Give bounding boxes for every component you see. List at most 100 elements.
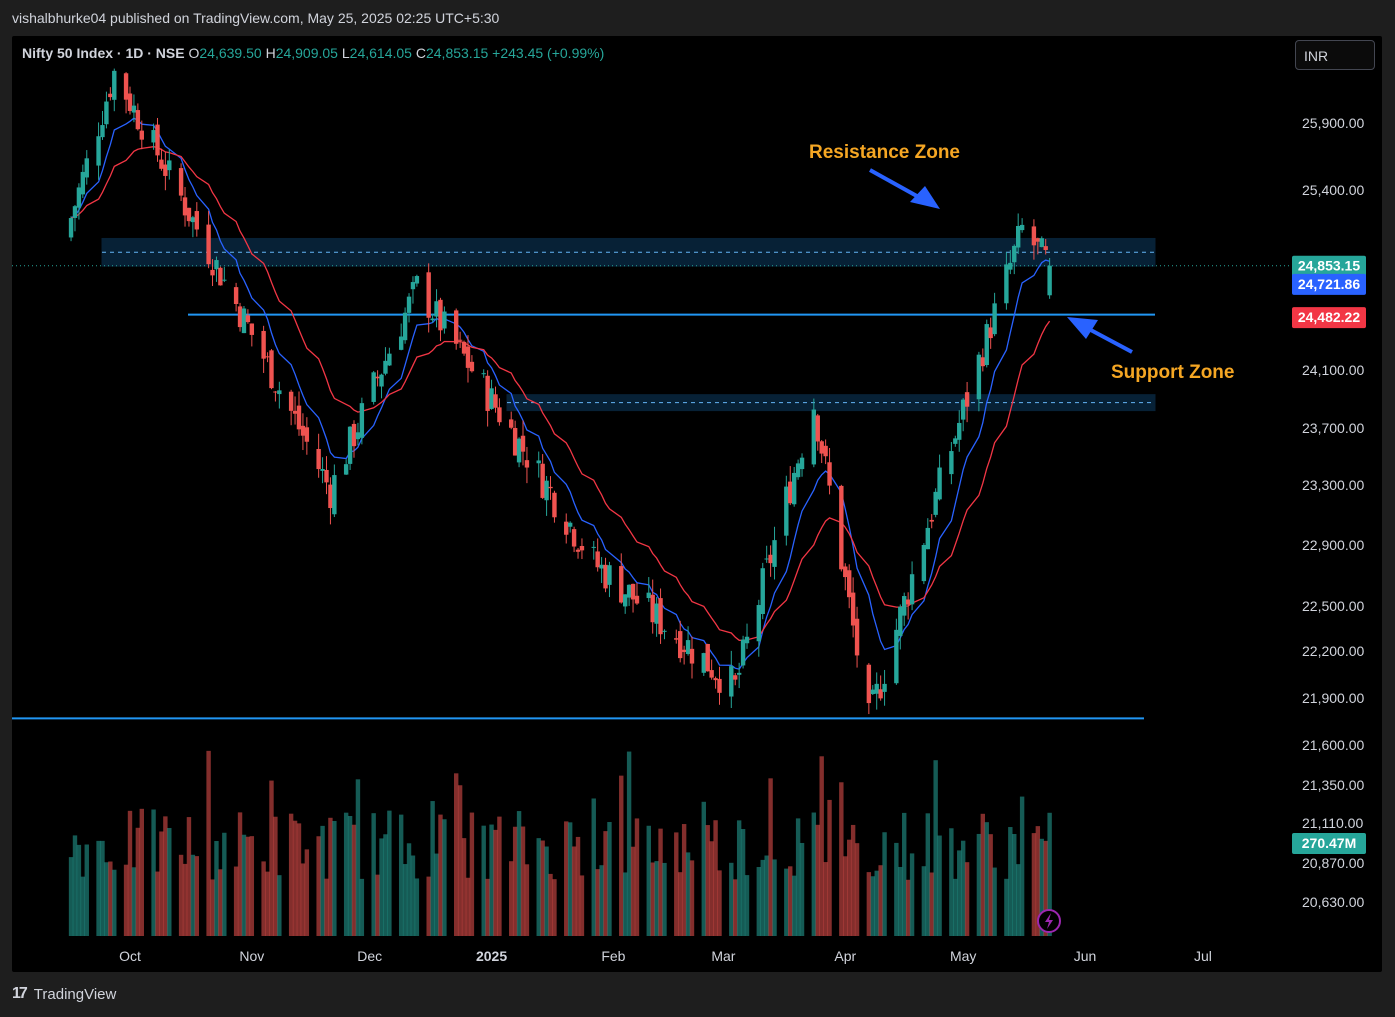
volume-bar (898, 866, 903, 936)
x-tick-label: Feb (601, 948, 625, 964)
candle-body (988, 327, 993, 339)
volume-bar (241, 834, 247, 936)
x-tick-label: Dec (357, 948, 382, 964)
change-value: +243.45 (+0.99%) (492, 45, 605, 61)
candle-body (1019, 224, 1025, 231)
candle-body (84, 158, 89, 178)
candle-body (1008, 262, 1013, 270)
volume-bar (544, 846, 549, 936)
volume-bar (921, 866, 927, 936)
candle-body (799, 457, 805, 470)
volume-bar (265, 871, 270, 936)
candle-body (233, 287, 239, 305)
candle-body (772, 540, 777, 567)
candle-body (155, 124, 160, 156)
volume-bar (658, 828, 663, 936)
volume-bar (1019, 796, 1025, 936)
volume-bar (442, 819, 447, 936)
volume-bar (387, 810, 392, 936)
alert-icon[interactable] (1037, 909, 1061, 933)
candle-body (273, 391, 278, 393)
y-tick-label: 21,900.00 (1302, 690, 1364, 706)
candle-body (178, 168, 184, 196)
volume-bar (155, 871, 160, 936)
ohlc-legend: Nifty 50 Index · 1D · NSE O24,639.50 H24… (22, 45, 604, 61)
candle-body (764, 558, 769, 560)
currency-selector[interactable]: INR (1295, 40, 1375, 70)
volume-bar (100, 840, 105, 936)
volume-bar (481, 825, 486, 936)
volume-bar (410, 855, 416, 936)
price-tag-label: 24,721.86 (1298, 276, 1360, 292)
volume-bar (512, 826, 518, 936)
symbol-label[interactable]: Nifty 50 Index · 1D · NSE (22, 45, 185, 61)
candle-body (1004, 264, 1009, 304)
y-tick-label: 20,630.00 (1302, 894, 1364, 910)
volume-bar (548, 873, 553, 936)
volume-bar (343, 812, 349, 936)
candle-body (159, 159, 164, 169)
volume-bar (131, 867, 137, 936)
candle-body (603, 564, 608, 589)
candle-body (788, 481, 793, 504)
volume-bar (469, 812, 475, 936)
volume-bar (689, 860, 695, 936)
candle-body (104, 101, 109, 125)
low-value: 24,614.05 (349, 45, 412, 61)
candle-body (214, 260, 219, 270)
volume-bar (674, 832, 679, 936)
y-tick-label: 24,100.00 (1302, 362, 1364, 378)
candle-body (744, 636, 750, 644)
volume-bar (815, 824, 820, 936)
candle-body (674, 638, 679, 640)
footer-brand[interactable]: 17 TradingView (12, 985, 116, 1003)
volume-bar (112, 869, 117, 936)
volume-bar (909, 853, 915, 936)
y-tick-label: 21,600.00 (1302, 737, 1364, 753)
price-tag-label: 24,853.15 (1298, 258, 1360, 274)
volume-bar (764, 855, 769, 936)
volume-bar (453, 773, 459, 936)
candle-body (630, 583, 636, 600)
candle-body (457, 339, 463, 341)
volume-bar (151, 809, 156, 936)
volume-bar (929, 872, 934, 936)
volume-bar (218, 869, 223, 936)
candle-body (1047, 265, 1052, 296)
volume-bar (324, 878, 329, 936)
candle-body (241, 308, 247, 334)
volume-bar (878, 865, 883, 936)
y-tick-label: 23,700.00 (1302, 420, 1364, 436)
volume-bar (438, 814, 443, 936)
candle-body (434, 301, 439, 317)
price-chart[interactable]: Resistance Zone Support Zone 25,900.00 25,… (12, 36, 1382, 972)
volume-bar (839, 782, 844, 936)
volume-bar (678, 872, 683, 936)
candle-body (76, 187, 82, 208)
candle-body (402, 312, 408, 341)
volume-bar (1004, 878, 1009, 936)
volume-bar (347, 815, 353, 936)
volume-bar (603, 831, 608, 936)
volume-bar (277, 875, 282, 936)
candle-body (112, 70, 117, 100)
volume-bar (599, 865, 604, 936)
candle-body (536, 460, 541, 464)
arrow-head-resistance (910, 186, 940, 209)
volume-bar (383, 834, 388, 936)
annotation-resistance: Resistance Zone (809, 142, 960, 163)
volume-bar (457, 785, 463, 936)
volume-bar (355, 779, 361, 936)
candle-body (599, 564, 604, 569)
candle-body (846, 570, 852, 598)
volume-bar (135, 827, 141, 936)
candle-body (736, 672, 742, 675)
volume-bar (245, 836, 251, 936)
volume-bar (768, 778, 773, 936)
price-tag-label: 270.47M (1302, 835, 1356, 851)
candle-body (485, 375, 490, 411)
volume-bar (654, 861, 659, 936)
volume-bar (465, 877, 471, 936)
candle-body (960, 399, 966, 420)
high-value: 24,909.05 (275, 45, 338, 61)
